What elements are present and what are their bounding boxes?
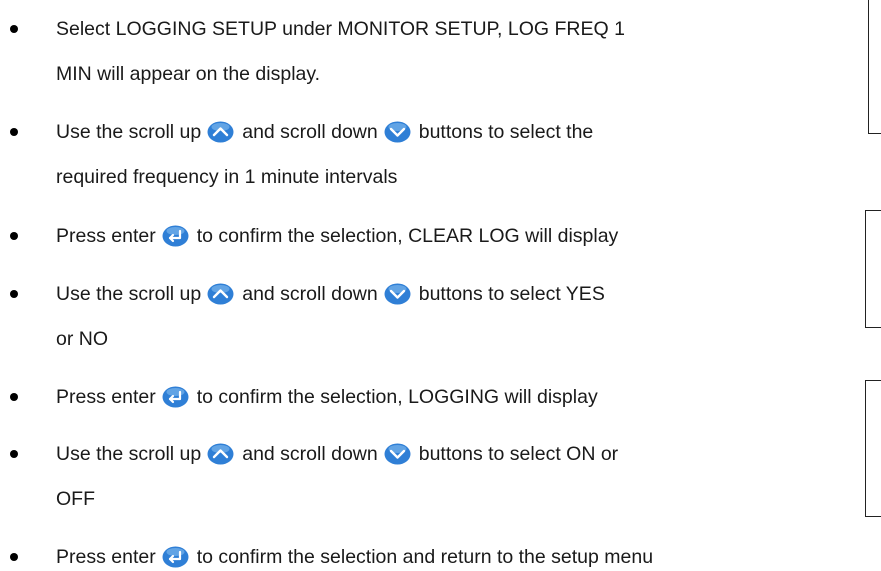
step-2-text-a: Use the scroll up <box>56 121 202 143</box>
step-7-text-a: Press enter <box>56 546 156 568</box>
scroll-up-button-icon <box>207 443 234 465</box>
scroll-up-button-icon <box>207 121 234 143</box>
step-4-line-2: or NO <box>56 328 109 350</box>
step-4-text-c: buttons to select YES <box>418 283 605 305</box>
bullet-step-4 <box>10 290 18 298</box>
step-4-text-a: Use the scroll up <box>56 283 202 305</box>
bullet-step-3 <box>10 232 18 240</box>
step-2-text-c: buttons to select the <box>418 121 594 143</box>
scroll-up-button-icon <box>207 283 234 305</box>
display-frame-3 <box>865 380 881 517</box>
bullet-step-1 <box>10 25 18 33</box>
step-7-text-b: to confirm the selection and return to t… <box>196 546 654 568</box>
step-3-line-1: Press enter to confirm the selection, CLE… <box>56 223 618 249</box>
scroll-down-button-icon <box>384 283 411 305</box>
step-6-text-c: buttons to select ON or <box>418 443 619 465</box>
enter-button-icon <box>162 386 189 408</box>
step-5-text-a: Press enter <box>56 386 156 408</box>
bullet-step-6 <box>10 450 18 458</box>
step-4-text-b: and scroll down <box>242 283 378 305</box>
step-1-line-1: Select LOGGING SETUP under MONITOR SETUP… <box>56 18 625 40</box>
display-frame-2 <box>865 210 881 328</box>
enter-button-icon <box>162 225 189 247</box>
step-3-text-a: Press enter <box>56 225 156 247</box>
step-3-text-b: to confirm the selection, CLEAR LOG will… <box>196 225 619 247</box>
step-6-line-1: Use the scroll up and scroll down buttons … <box>56 441 618 467</box>
step-6-text-b: and scroll down <box>242 443 378 465</box>
step-4-line-1: Use the scroll up and scroll down buttons … <box>56 281 605 307</box>
step-2-line-1: Use the scroll up and scroll down buttons … <box>56 119 593 145</box>
step-5-text-b: to confirm the selection, LOGGING will d… <box>196 386 598 408</box>
scroll-down-button-icon <box>384 443 411 465</box>
enter-button-icon <box>162 546 189 568</box>
step-2-line-2: required frequency in 1 minute intervals <box>56 166 398 188</box>
step-2-text-b: and scroll down <box>242 121 378 143</box>
display-frame-1 <box>868 0 881 134</box>
scroll-down-button-icon <box>384 121 411 143</box>
bullet-step-2 <box>10 128 18 136</box>
step-7-line-1: Press enter to confirm the selection and … <box>56 544 653 570</box>
step-6-line-2: OFF <box>56 488 95 510</box>
bullet-step-7 <box>10 553 18 561</box>
step-5-line-1: Press enter to confirm the selection, LOG… <box>56 384 598 410</box>
bullet-step-5 <box>10 393 18 401</box>
step-6-text-a: Use the scroll up <box>56 443 202 465</box>
step-1-line-2: MIN will appear on the display. <box>56 63 321 85</box>
